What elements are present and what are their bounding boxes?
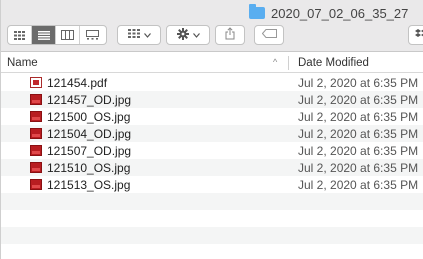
jpg-file-icon (30, 128, 42, 139)
empty-row (1, 210, 423, 227)
tag-button[interactable] (254, 25, 284, 45)
dropbox-icon (415, 28, 423, 42)
gear-icon (176, 27, 189, 43)
empty-row (1, 227, 423, 244)
chevron-down-icon (192, 31, 200, 40)
view-switcher (7, 25, 107, 45)
jpg-file-icon (30, 94, 42, 105)
empty-row (1, 193, 423, 210)
share-icon (225, 27, 235, 43)
list-view-icon[interactable] (32, 26, 56, 44)
file-row[interactable]: 121500_OS.jpg Jul 2, 2020 at 6:35 PM (1, 108, 423, 125)
finder-window: 2020_07_02_06_35_27 Name ^ Date Modified… (0, 0, 423, 259)
file-name: 121504_OD.jpg (47, 127, 132, 141)
jpg-file-icon (30, 179, 42, 190)
group-button[interactable] (117, 25, 161, 45)
jpg-file-icon (30, 145, 42, 156)
jpg-file-icon (30, 162, 42, 173)
file-row[interactable]: 121513_OS.jpg Jul 2, 2020 at 6:35 PM (1, 176, 423, 193)
file-date-modified: Jul 2, 2020 at 6:35 PM (298, 93, 419, 107)
file-date-modified: Jul 2, 2020 at 6:35 PM (298, 144, 419, 158)
file-row[interactable]: 121504_OD.jpg Jul 2, 2020 at 6:35 PM (1, 125, 423, 142)
file-row[interactable]: 121457_OD.jpg Jul 2, 2020 at 6:35 PM (1, 91, 423, 108)
file-name: 121457_OD.jpg (47, 93, 132, 107)
jpg-file-icon (30, 111, 42, 122)
file-name: 121454.pdf (47, 76, 108, 90)
file-row[interactable]: 121454.pdf Jul 2, 2020 at 6:35 PM (1, 74, 423, 91)
column-header: Name ^ Date Modified (1, 53, 423, 73)
file-name: 121500_OS.jpg (47, 110, 131, 124)
empty-row (1, 244, 423, 259)
toolbar: 2020_07_02_06_35_27 (1, 0, 423, 52)
window-title: 2020_07_02_06_35_27 (249, 4, 409, 21)
file-name: 121510_OS.jpg (47, 161, 131, 175)
file-name: 121513_OS.jpg (47, 178, 131, 192)
pdf-file-icon (30, 77, 42, 88)
folder-icon (249, 4, 265, 19)
window-title-text: 2020_07_02_06_35_27 (271, 5, 409, 21)
column-divider[interactable] (288, 56, 289, 70)
sort-indicator-icon[interactable]: ^ (273, 57, 277, 67)
column-header-date-modified[interactable]: Date Modified (298, 57, 369, 69)
file-name: 121507_OD.jpg (47, 144, 132, 158)
gallery-view-icon[interactable] (80, 26, 104, 44)
file-list: 121454.pdf Jul 2, 2020 at 6:35 PM 121457… (1, 74, 423, 259)
file-date-modified: Jul 2, 2020 at 6:35 PM (298, 178, 419, 192)
action-button[interactable] (166, 25, 210, 45)
column-header-name[interactable]: Name (7, 57, 38, 69)
tag-icon (261, 29, 277, 41)
chevron-down-icon (143, 31, 151, 40)
file-date-modified: Jul 2, 2020 at 6:35 PM (298, 127, 419, 141)
share-button[interactable] (215, 25, 245, 45)
group-icon (127, 29, 140, 41)
file-date-modified: Jul 2, 2020 at 6:35 PM (298, 76, 419, 90)
file-date-modified: Jul 2, 2020 at 6:35 PM (298, 110, 419, 124)
file-row[interactable]: 121510_OS.jpg Jul 2, 2020 at 6:35 PM (1, 159, 423, 176)
file-row[interactable]: 121507_OD.jpg Jul 2, 2020 at 6:35 PM (1, 142, 423, 159)
grid-view-icon[interactable] (8, 26, 32, 44)
file-date-modified: Jul 2, 2020 at 6:35 PM (298, 161, 419, 175)
overflow-button[interactable] (408, 25, 423, 45)
column-view-icon[interactable] (56, 26, 80, 44)
